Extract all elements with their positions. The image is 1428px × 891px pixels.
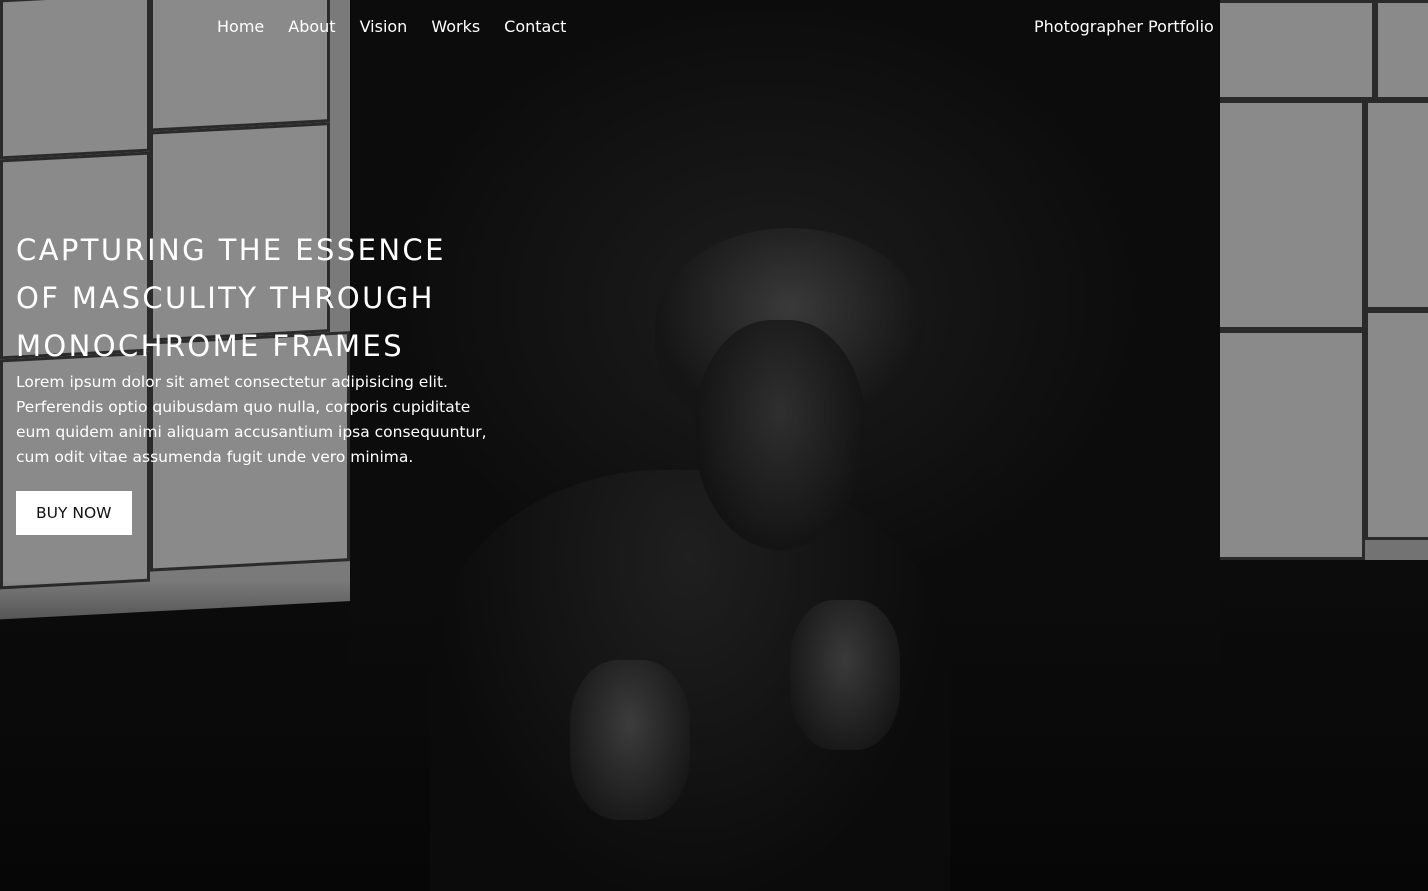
window-right [1205,0,1428,560]
figure-face [695,320,865,550]
hero-content: CAPTURING THE ESSENCE OF MASCULITY THROU… [16,226,496,535]
headline-line-2: OF MASCULITY THROUGH [16,281,435,315]
hero-section: Home About Vision Works Contact Photogra… [0,0,1428,891]
nav-about[interactable]: About [288,17,335,37]
nav-works[interactable]: Works [431,17,480,37]
buy-now-button[interactable]: BUY NOW [16,491,132,535]
figure-hand-left [570,660,690,820]
nav-home[interactable]: Home [217,17,264,37]
headline-line-1: CAPTURING THE ESSENCE [16,233,446,267]
hero-headline: CAPTURING THE ESSENCE OF MASCULITY THROU… [16,226,496,370]
hero-description: Lorem ipsum dolor sit amet consectetur a… [16,373,487,466]
brand-title: Photographer Portfolio [1034,17,1214,36]
nav-vision[interactable]: Vision [360,17,408,37]
figure-hand-right [790,600,900,750]
headline-line-3: MONOCHROME FRAMES [16,329,405,363]
main-nav: Home About Vision Works Contact [217,17,566,37]
nav-contact[interactable]: Contact [504,17,566,37]
